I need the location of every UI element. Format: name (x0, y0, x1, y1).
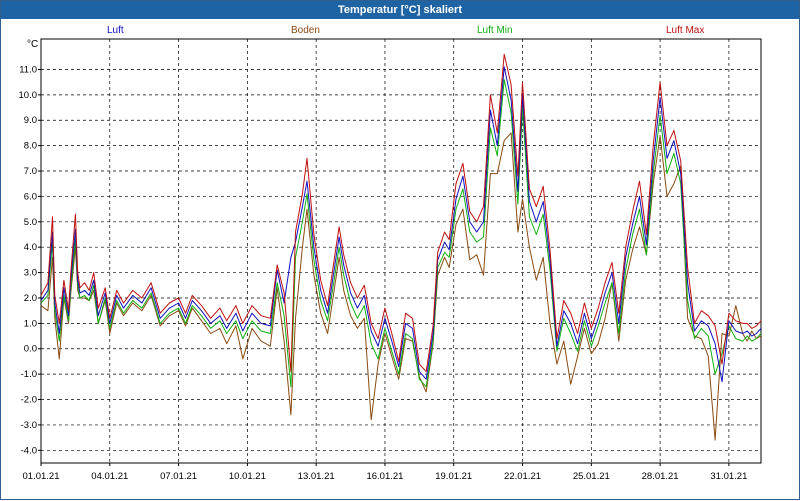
x-tick-label: 16.01.21 (366, 471, 403, 482)
series-line-luft-max (40, 53, 762, 373)
y-tick-label: 6.0 (24, 191, 37, 202)
y-tick-label: 10.0 (19, 90, 38, 101)
y-tick-label: -1.0 (21, 369, 37, 380)
x-tick-label: 10.01.21 (229, 471, 266, 482)
x-tick-label: 22.01.21 (504, 471, 541, 482)
x-tick-label: 01.01.21 (23, 471, 60, 482)
y-tick-label: 0.0 (24, 344, 37, 355)
y-tick-label: 7.0 (24, 166, 37, 177)
chart-window: Temperatur [°C] skaliert Luft Boden Luft… (0, 0, 800, 500)
x-tick-label: 25.01.21 (573, 471, 610, 482)
y-tick-label: -4.0 (21, 445, 37, 456)
x-tick-label: 28.01.21 (642, 471, 679, 482)
y-tick-label: 5.0 (24, 217, 37, 228)
series-line-luft-min (40, 79, 762, 388)
axes (38, 38, 762, 466)
x-tick-label: 07.01.21 (160, 471, 197, 482)
y-tick-label: 11.0 (19, 64, 37, 75)
y-tick-label: 2.0 (24, 293, 37, 304)
x-tick-label: 04.01.21 (91, 471, 128, 482)
y-tick-label: 9.0 (24, 115, 37, 126)
x-tick-label: 19.01.21 (435, 471, 472, 482)
y-tick-label: -3.0 (21, 420, 37, 431)
y-tick-label: -2.0 (21, 395, 37, 406)
y-tick-label: 1.0 (24, 318, 37, 329)
gridlines (40, 39, 761, 463)
series-line-luft (40, 66, 762, 383)
tick-labels: -4.0 -3.0 -2.0 -1.0 0.0 1.0 2.0 3.0 4.0 5.0 6.0 7.0… (19, 64, 748, 482)
y-tick-label: 3.0 (24, 268, 37, 279)
line-chart: -4.0 -3.0 -2.0 -1.0 0.0 1.0 2.0 3.0 4.0 5.0 6.0 7.0… (19, 38, 762, 482)
x-tick-label: 31.01.21 (710, 471, 747, 482)
y-tick-label: 8.0 (24, 141, 37, 152)
x-tick-label: 13.01.21 (298, 471, 335, 482)
y-tick-label: 4.0 (24, 242, 37, 253)
